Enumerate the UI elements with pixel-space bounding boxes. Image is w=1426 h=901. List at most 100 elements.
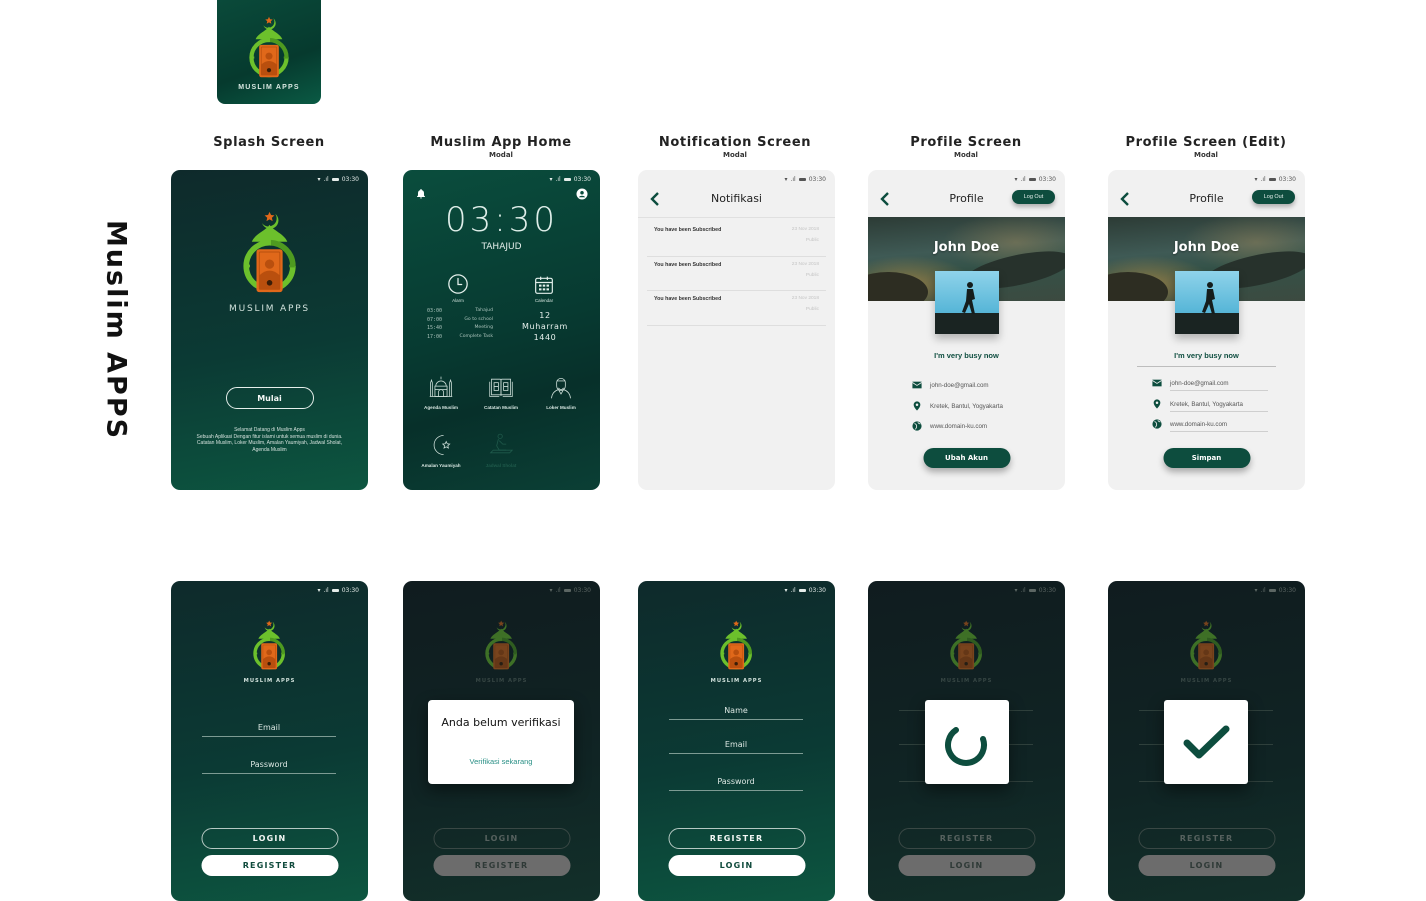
loading-spinner-icon	[945, 727, 987, 766]
alarm-title: Tahajud	[475, 308, 493, 313]
notification-message: You have been Subscribed	[654, 227, 722, 233]
user-account-icon[interactable]	[576, 188, 588, 200]
register-loading-screen: ▾ .ıl 03:30 MUSLIM APPS REGISTER LOGIN	[868, 581, 1065, 901]
brand-name: MUSLIM APPS	[940, 678, 993, 684]
menu-amalan-yaumiyah[interactable]: Amalan Yaumiyah	[411, 432, 471, 468]
login-button[interactable]: LOGIN	[201, 828, 338, 849]
login-button[interactable]: LOGIN	[668, 855, 805, 876]
calendar-label: Calendar	[534, 298, 554, 303]
alarm-row[interactable]: 07:00 Go to school	[427, 317, 493, 326]
alarm-time: 07:00	[427, 316, 443, 323]
logo: MUSLIM APPS	[1181, 618, 1233, 684]
email-row: john-doe@gmail.com	[1152, 376, 1268, 391]
profile-status-input[interactable]: I'm very busy now	[1108, 351, 1305, 360]
avatar[interactable]	[1174, 271, 1239, 334]
notification-item[interactable]: You have been Subscribed 23 Nov 2018 Pub…	[647, 291, 826, 326]
mail-icon	[1152, 379, 1162, 387]
status-bar: ▾ .ıl 03:30	[549, 587, 591, 594]
email-input[interactable]: Email	[202, 723, 336, 737]
status-bar: ▾ .ıl 03:30	[784, 587, 826, 594]
location-input[interactable]: Kretek, Bantul, Yogyakarta	[1170, 401, 1268, 412]
menu-catatan-muslim[interactable]: Catatan Muslim	[471, 374, 531, 410]
battery-icon	[563, 589, 571, 592]
start-button[interactable]: Mulai	[225, 387, 314, 409]
muslim-apps-logo-icon	[252, 618, 286, 672]
profile-name: John Doe	[1173, 240, 1240, 255]
register-button[interactable]: REGISTER	[201, 855, 338, 876]
register-button[interactable]: REGISTER	[668, 828, 805, 849]
hijri-year: 1440	[533, 333, 557, 342]
alarm-clock-icon[interactable]	[447, 273, 469, 295]
menu-label: Amalan Yaumiyah	[421, 463, 461, 468]
wifi-icon: ▾	[549, 587, 553, 594]
name-input[interactable]: Name	[669, 706, 803, 720]
checkmark-icon	[1183, 725, 1230, 759]
alarm-row[interactable]: 15:40 Meeting	[427, 325, 493, 334]
signal-icon: .ıl	[555, 587, 561, 594]
alarm-row[interactable]: 17:00 Complete Task	[427, 334, 493, 343]
status-time: 03:30	[1038, 176, 1056, 183]
notification-list: You have been Subscribed 23 Nov 2018 Pub…	[647, 222, 826, 326]
status-bar: ▾ .ıl 03:30	[549, 176, 591, 183]
menu-agenda-muslim[interactable]: Agenda Muslim	[411, 374, 471, 410]
password-input[interactable]: Password	[669, 777, 803, 791]
column-title-home: Muslim App Home Modal	[430, 135, 572, 159]
logout-button[interactable]: Log Out	[1012, 190, 1055, 204]
avatar[interactable]	[934, 271, 999, 334]
notification-message: You have been Subscribed	[654, 296, 722, 302]
menu-label: Jadwal Sholat	[485, 463, 517, 468]
battery-icon	[1268, 178, 1276, 181]
battery-icon	[798, 178, 806, 181]
verify-now-link[interactable]: Verifikasi sekarang	[428, 757, 574, 766]
header: Profile Log Out	[868, 188, 1065, 210]
email-row: john-doe@gmail.com	[912, 378, 989, 392]
app-logo-icon	[245, 14, 293, 80]
logo: MUSLIM APPS	[941, 618, 993, 684]
login-button: LOGIN	[433, 828, 570, 849]
wifi-icon: ▾	[784, 176, 788, 183]
notification-item[interactable]: You have been Subscribed 23 Nov 2018 Pub…	[647, 257, 826, 291]
email-input[interactable]: john-doe@gmail.com	[1170, 380, 1268, 391]
login-button: LOGIN	[1138, 855, 1275, 876]
column-title-notification: Notification Screen Modal	[658, 135, 812, 159]
location-pin-icon	[913, 401, 921, 411]
battery-icon	[563, 178, 571, 181]
alarm-row[interactable]: 03:00 Tahajud	[427, 308, 493, 317]
column-title-profile: Profile Screen Modal	[910, 135, 1022, 159]
wifi-icon: ▾	[317, 587, 321, 594]
menu-label: Agenda Muslim	[424, 405, 458, 410]
column-title-profile-edit: Profile Screen (Edit) Modal	[1125, 135, 1287, 159]
menu-loker-muslim[interactable]: Loker Muslim	[531, 374, 591, 410]
brand-name: MUSLIM APPS	[475, 678, 528, 684]
status-time: 03:30	[573, 176, 591, 183]
notification-item[interactable]: You have been Subscribed 23 Nov 2018 Pub…	[647, 222, 826, 257]
notification-message: You have been Subscribed	[654, 261, 722, 268]
wifi-icon: ▾	[549, 176, 553, 183]
email-input[interactable]: Email	[669, 740, 803, 754]
hijri-date: 12 Muharram 1440	[515, 310, 575, 343]
password-input[interactable]: Password	[202, 760, 336, 774]
website-input[interactable]: www.domain-ku.com	[1170, 421, 1268, 432]
logout-button[interactable]: Log Out	[1252, 190, 1295, 204]
website-value[interactable]: www.domain-ku.com	[930, 423, 987, 430]
edit-account-button[interactable]: Ubah Akun	[923, 448, 1010, 468]
alarm-time: 15:40	[427, 325, 443, 331]
notification-screen: ▾ .ıl 03:30 Notifikasi You have been Subsc…	[638, 170, 835, 490]
bell-icon[interactable]	[415, 188, 427, 200]
wifi-icon: ▾	[1014, 587, 1018, 594]
dialog-title: Anda belum verifikasi	[441, 716, 561, 729]
status-time: 03:30	[808, 587, 826, 594]
register-button: REGISTER	[1138, 828, 1275, 849]
signal-icon: .ıl	[1260, 176, 1266, 183]
success-dialog	[1164, 700, 1248, 784]
profile-screen: ▾ .ıl 03:30 Profile Log Out John Doe I'm v…	[868, 170, 1065, 490]
vertical-page-title: Muslim APPS	[100, 219, 132, 441]
register-success-screen: ▾ .ıl 03:30 MUSLIM APPS REGISTER LOGIN	[1108, 581, 1305, 901]
logo: MUSLIM APPS	[229, 208, 310, 314]
save-button[interactable]: Simpan	[1163, 448, 1250, 468]
hijri-day: 12	[539, 311, 551, 320]
calendar-icon[interactable]	[534, 275, 554, 295]
brand-name: MUSLIM APPS	[229, 304, 310, 314]
splash-screen: ▾ .ıl 03:30 MUSLIM APPS Mulai Selamat Data…	[171, 170, 368, 490]
alarm-time: 17:00	[427, 333, 443, 340]
